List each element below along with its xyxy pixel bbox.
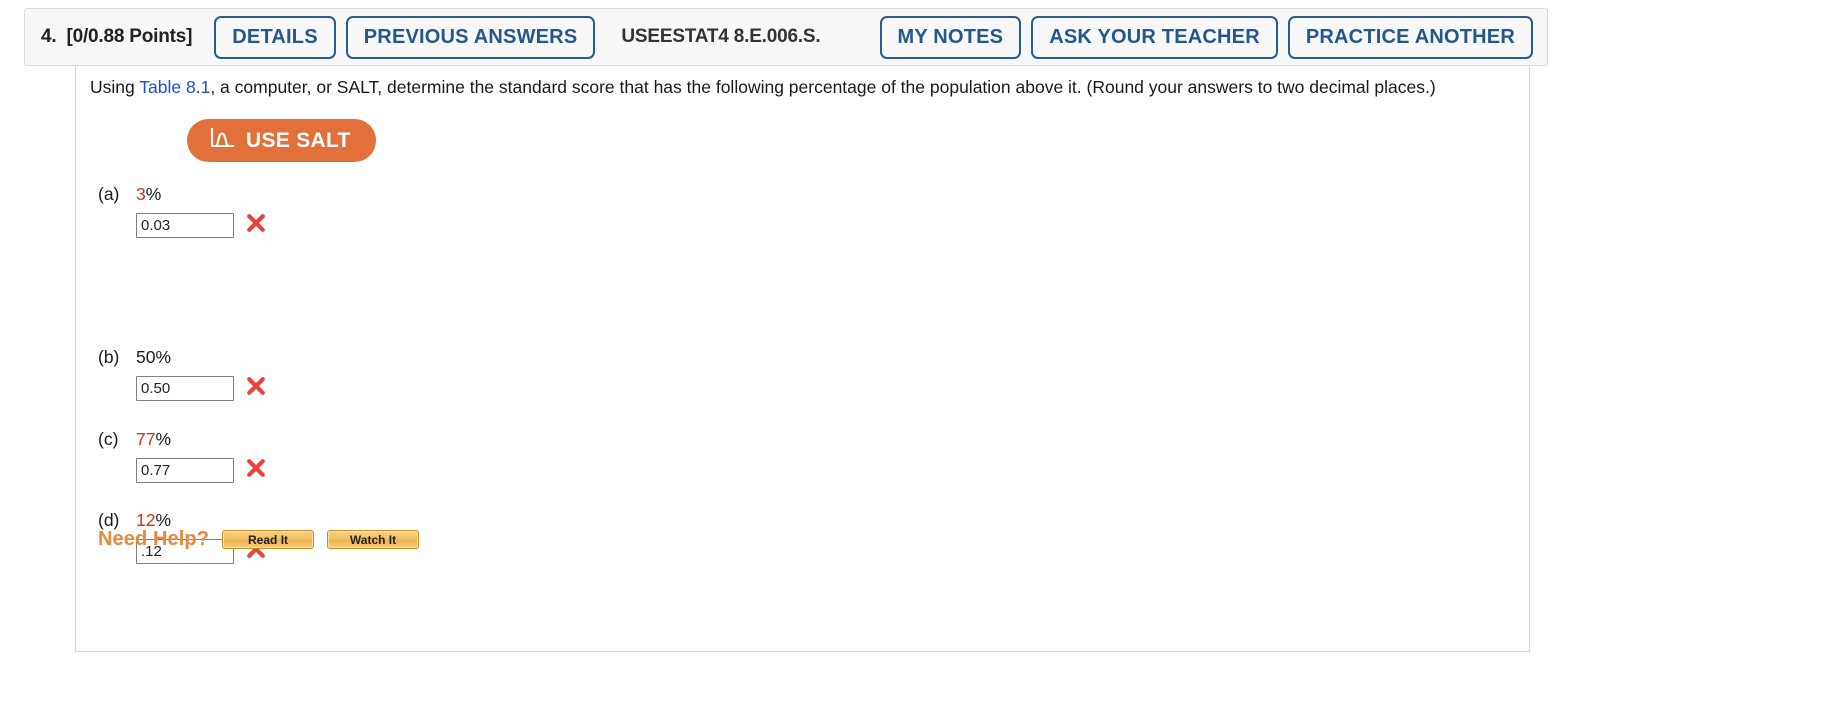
question-points: [0/0.88 Points]	[66, 26, 193, 47]
my-notes-button[interactable]: MY NOTES	[879, 15, 1022, 59]
watch-it-button[interactable]: Watch It	[327, 530, 420, 549]
question-header-bar: 4. [0/0.88 Points] DETAILS PREVIOUS ANSWE…	[24, 8, 1548, 66]
incorrect-x-icon	[246, 213, 266, 238]
need-help-label: Need Help?	[98, 528, 210, 550]
answer-part-a: (a) 3%	[98, 184, 266, 238]
practice-another-button[interactable]: PRACTICE ANOTHER	[1287, 15, 1533, 59]
question-number: 4.	[41, 26, 57, 47]
part-a-percent-sign: %	[145, 184, 162, 204]
part-a-answer-input[interactable]	[136, 213, 234, 238]
part-b-percent-sign: %	[155, 347, 172, 367]
assignment-question-page: 4. [0/0.88 Points] DETAILS PREVIOUS ANSWE…	[0, 0, 1834, 706]
prompt-text-before-link: Using	[90, 77, 140, 97]
part-c-letter: (c)	[98, 429, 119, 449]
part-c-percent-sign: %	[155, 429, 172, 449]
use-salt-button[interactable]: USE SALT	[187, 119, 376, 162]
question-content-panel: Using Table 8.1, a computer, or SALT, de…	[75, 66, 1530, 652]
part-a-question-line: (a) 3%	[98, 184, 266, 205]
part-b-letter: (b)	[98, 347, 120, 367]
table-8-1-link[interactable]: Table 8.1	[139, 77, 210, 97]
part-c-answer-row	[136, 458, 266, 483]
answer-part-c: (c) 77%	[98, 429, 266, 483]
incorrect-x-icon	[246, 458, 266, 483]
incorrect-x-icon	[246, 376, 266, 401]
question-number-and-points: 4. [0/0.88 Points]	[41, 26, 192, 48]
part-a-percent-value: 3	[136, 184, 146, 204]
part-b-answer-input[interactable]	[136, 376, 234, 401]
question-prompt-text: Using Table 8.1, a computer, or SALT, de…	[90, 76, 1436, 100]
ask-your-teacher-button[interactable]: ASK YOUR TEACHER	[1031, 15, 1278, 59]
part-b-question-line: (b) 50%	[98, 347, 266, 368]
part-b-percent-value: 50	[136, 347, 156, 367]
part-a-answer-row	[136, 213, 266, 238]
previous-answers-button[interactable]: PREVIOUS ANSWERS	[345, 15, 596, 59]
header-actions: MY NOTES ASK YOUR TEACHER PRACTICE ANOTH…	[879, 15, 1533, 59]
part-c-question-line: (c) 77%	[98, 429, 266, 450]
prompt-text-after-link: , a computer, or SALT, determine the sta…	[210, 77, 1436, 97]
part-c-answer-input[interactable]	[136, 458, 234, 483]
part-a-letter: (a)	[98, 184, 120, 204]
question-code: USEESTAT4 8.E.006.S.	[621, 26, 821, 47]
read-it-button[interactable]: Read It	[222, 530, 315, 549]
bell-curve-icon	[209, 127, 235, 154]
use-salt-label: USE SALT	[246, 129, 351, 152]
details-button[interactable]: DETAILS	[214, 15, 336, 59]
part-c-percent-value: 77	[136, 429, 156, 449]
need-help-section: Need Help? Read It Watch It	[98, 528, 420, 551]
answer-part-b: (b) 50%	[98, 347, 266, 401]
part-b-answer-row	[136, 376, 266, 401]
